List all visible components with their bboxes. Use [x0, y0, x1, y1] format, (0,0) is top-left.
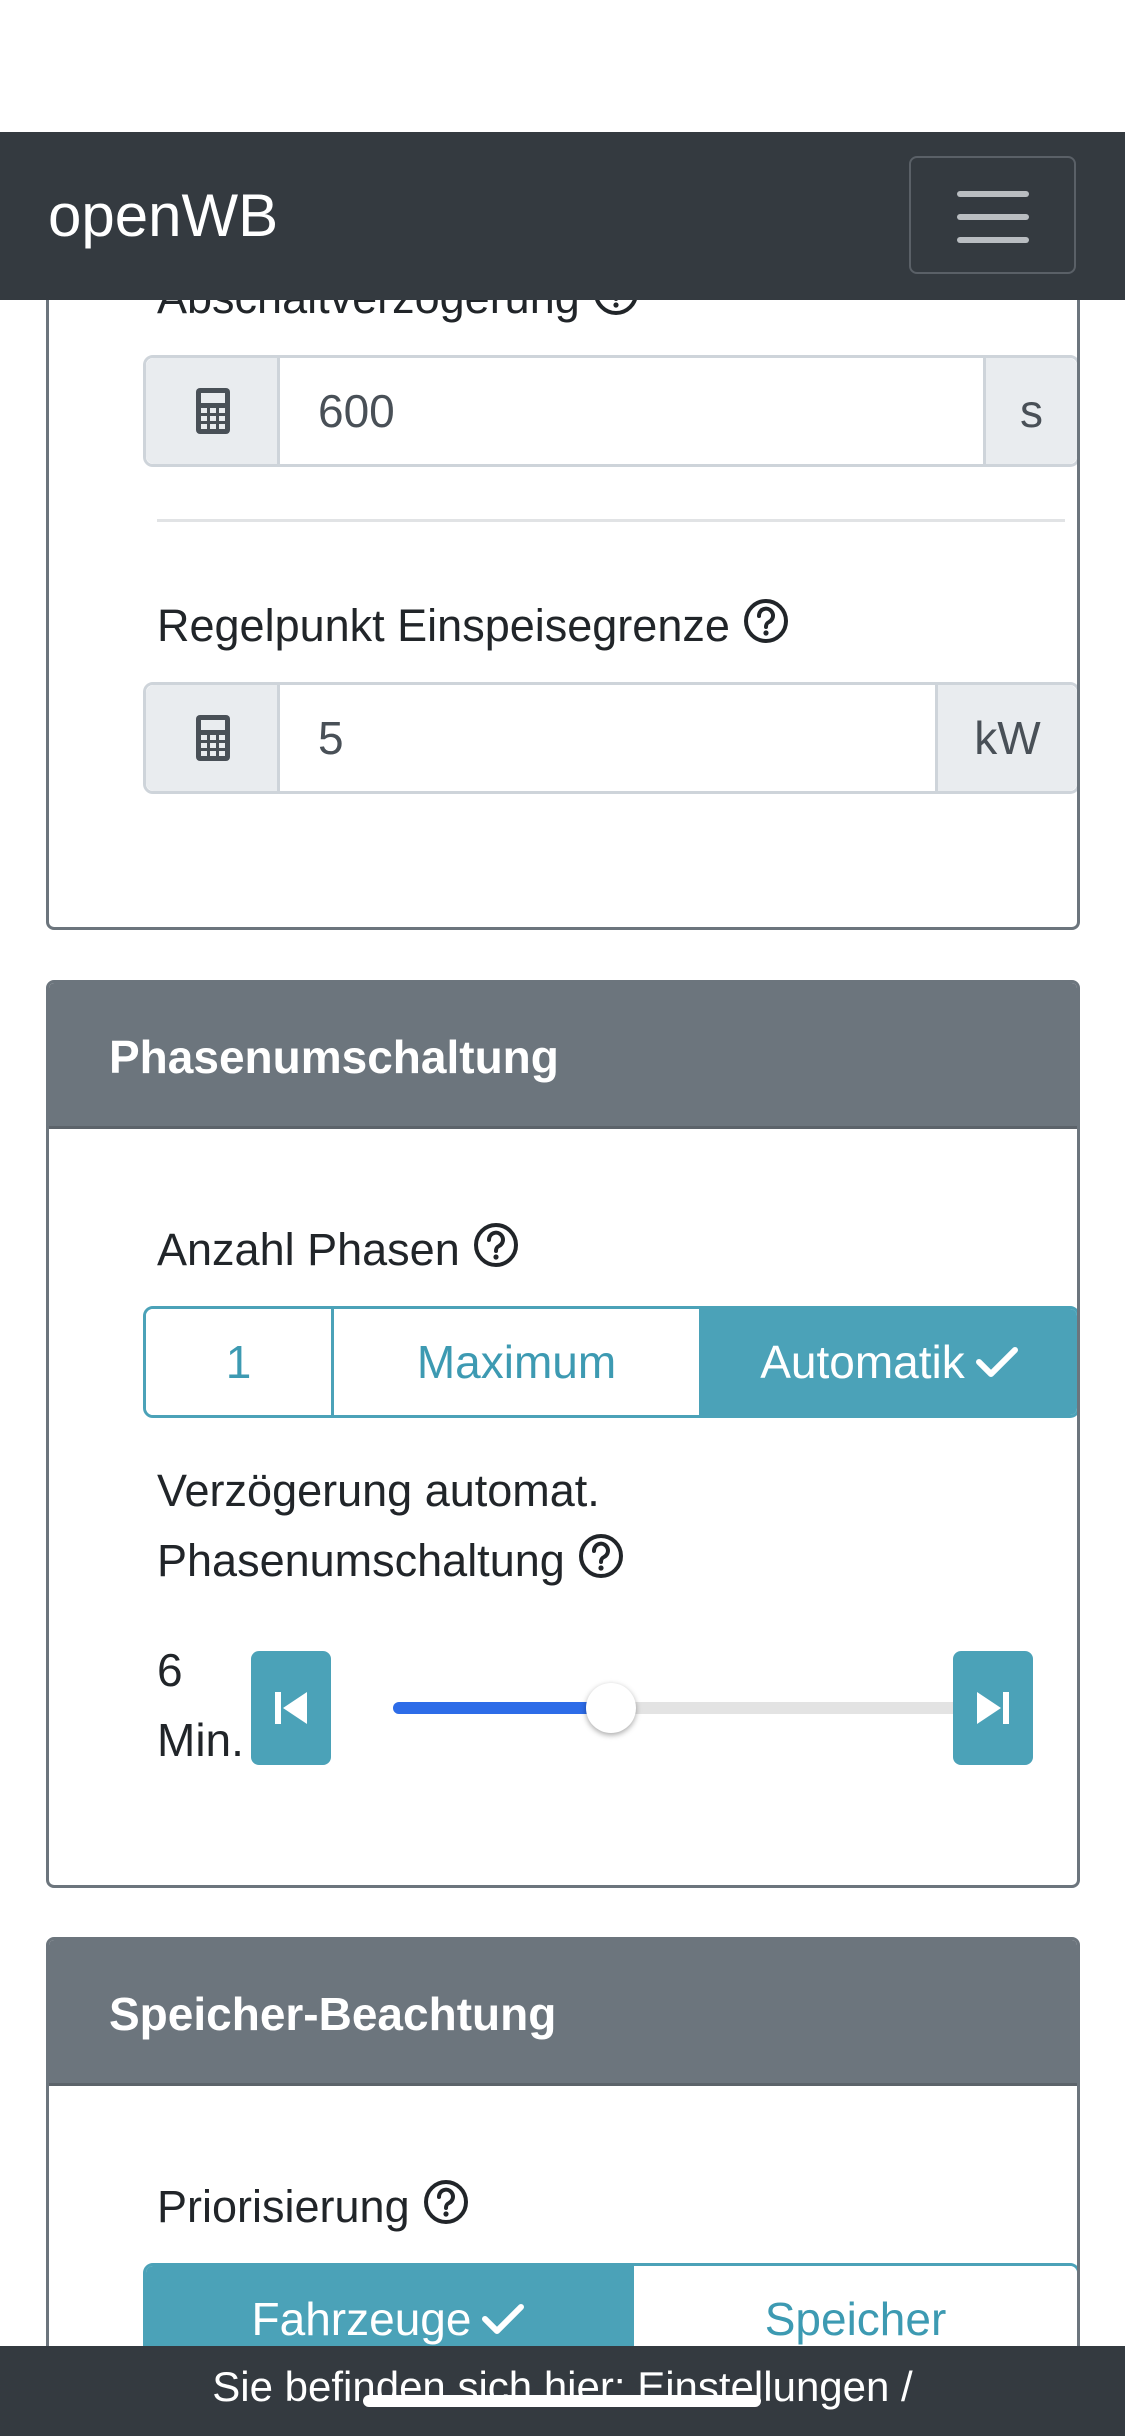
delay-slider-fill [393, 1702, 611, 1714]
regelpunkt-label: Regelpunkt Einspeisegrenze [157, 597, 790, 654]
navbar: openWB [0, 132, 1125, 300]
delay-label: Verzögerung automat. Phasenumschaltung [157, 1456, 625, 1596]
regelpunkt-input-group[interactable]: 5 kW [143, 682, 1077, 794]
card-title: Phasenumschaltung [109, 1031, 559, 1083]
regelpunkt-label-text: Regelpunkt Einspeisegrenze [157, 600, 730, 651]
skip-forward-icon [977, 1692, 1009, 1724]
prio-option-fahrzeuge[interactable]: Fahrzeuge [146, 2266, 634, 2346]
brand-logo[interactable]: openWB [48, 176, 278, 256]
regelpunkt-unit: kW [935, 685, 1077, 791]
phasen-option-1[interactable]: 1 [146, 1309, 334, 1415]
checkmark-icon [482, 2304, 525, 2334]
abschalt-unit: s [983, 358, 1077, 464]
regelpunkt-value[interactable]: 5 [318, 710, 344, 766]
calculator-icon [146, 358, 280, 464]
delay-label-line2-row: Phasenumschaltung [157, 1526, 625, 1596]
priorisierung-label: Priorisierung [157, 2178, 470, 2235]
card-phasenumschaltung: Phasenumschaltung Anzahl Phasen 1 Maximu… [46, 980, 1080, 1888]
help-circle-icon[interactable] [577, 1532, 625, 1580]
phasen-option-automatik-label: Automatik [760, 1336, 965, 1388]
prio-option-speicher[interactable]: Speicher [634, 2266, 1077, 2346]
hamburger-menu-icon[interactable] [909, 156, 1076, 274]
card-ladeeinstellungen: Abschaltverzögerung 600 s Regelpunkt Ein… [46, 300, 1080, 930]
slider-increment-button[interactable] [953, 1651, 1033, 1765]
phasen-option-maximum[interactable]: Maximum [334, 1309, 702, 1415]
card-header: Speicher-Beachtung [49, 1940, 1077, 2086]
card-header: Phasenumschaltung [49, 983, 1077, 1129]
help-circle-icon[interactable] [422, 2178, 470, 2226]
anzahl-phasen-label-text: Anzahl Phasen [157, 1224, 460, 1275]
phasen-option-maximum-label: Maximum [416, 1336, 617, 1388]
priorisierung-label-text: Priorisierung [157, 2181, 410, 2232]
abschalt-input-group[interactable]: 600 s [143, 355, 1077, 467]
divider [157, 519, 1065, 522]
phasen-option-1-label: 1 [225, 1336, 252, 1388]
checkmark-icon [975, 1347, 1018, 1377]
abschalt-value[interactable]: 600 [318, 383, 395, 439]
slider-decrement-button[interactable] [251, 1651, 331, 1765]
abschalt-label-text: Abschaltverzögerung [157, 300, 580, 323]
main-content: Abschaltverzögerung 600 s Regelpunkt Ein… [0, 300, 1125, 2346]
calculator-icon [146, 685, 280, 791]
phasen-option-automatik[interactable]: Automatik [702, 1309, 1077, 1415]
skip-back-icon [275, 1692, 307, 1724]
prio-option-fahrzeuge-label: Fahrzeuge [251, 2293, 472, 2345]
status-bar-area [0, 0, 1125, 132]
card-speicher-beachtung: Speicher-Beachtung Priorisierung Fahrzeu… [46, 1937, 1080, 2346]
delay-slider-track[interactable] [393, 1702, 983, 1714]
delay-label-line1: Verzögerung automat. [157, 1465, 600, 1516]
delay-value-number: 6 [157, 1644, 183, 1696]
delay-label-line2: Phasenumschaltung [157, 1535, 565, 1586]
help-circle-icon[interactable] [592, 300, 640, 317]
delay-slider-thumb[interactable] [586, 1683, 636, 1733]
abschalt-label: Abschaltverzögerung [157, 300, 640, 326]
delay-value-unit: Min. [157, 1714, 244, 1766]
home-indicator [363, 2395, 761, 2407]
priorisierung-button-group: Fahrzeuge Speicher [143, 2263, 1077, 2346]
delay-value: 6 Min. [157, 1635, 244, 1775]
phasen-button-group: 1 Maximum Automatik [143, 1306, 1077, 1418]
anzahl-phasen-label: Anzahl Phasen [157, 1221, 520, 1278]
help-circle-icon[interactable] [742, 597, 790, 645]
card-title: Speicher-Beachtung [109, 1988, 557, 2040]
footer-breadcrumb-bar: Sie befinden sich hier: Einstellungen / [0, 2346, 1125, 2436]
prio-option-speicher-label: Speicher [764, 2293, 947, 2345]
help-circle-icon[interactable] [472, 1221, 520, 1269]
